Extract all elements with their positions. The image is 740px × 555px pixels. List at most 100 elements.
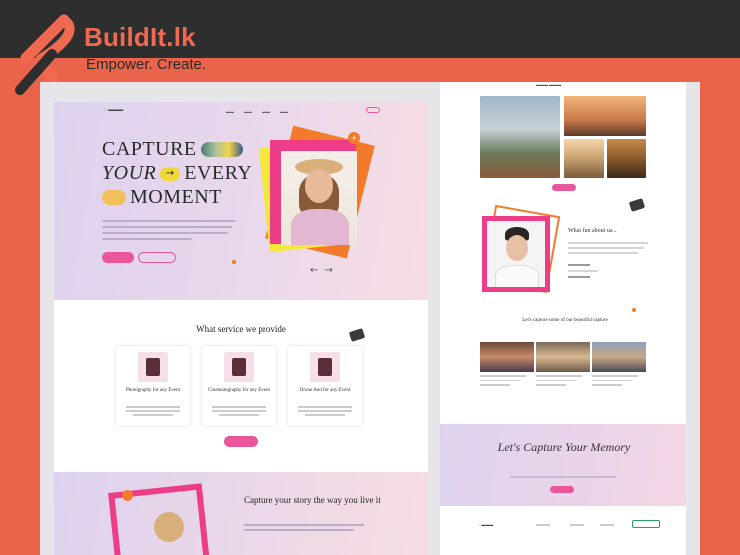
landscape-pill-image [200, 142, 243, 157]
text-line [126, 406, 180, 408]
gallery-photo-road[interactable] [607, 139, 646, 178]
services-button[interactable] [224, 436, 258, 447]
hero-word-moment: MOMENT [130, 186, 222, 208]
hero-primary-button[interactable] [102, 252, 134, 263]
orange-dot [232, 260, 236, 264]
plus-badge-icon [122, 490, 133, 501]
face [506, 235, 528, 261]
hero-word-your: YOUR [102, 162, 157, 184]
nav-links: ▬▬ ▬▬ ▬▬ ▬▬ [226, 109, 288, 114]
about-title: What fun about us... [568, 228, 617, 234]
text-line [480, 375, 526, 377]
website-mockup: ◌ ▬▬▬ ▬▬ ▬▬ ▬▬ ▬▬ CAPTURE YOUR → EVERY M… [40, 82, 700, 555]
text-line [536, 375, 582, 377]
hero-line-1: CAPTURE [102, 138, 243, 161]
blog-post-card[interactable] [536, 342, 590, 386]
drone-icon [310, 352, 340, 382]
text-line [126, 410, 180, 412]
text-line [536, 384, 566, 386]
brand-name: BuildIt.lk [84, 22, 196, 52]
left-page-preview: ◌ ▬▬▬ ▬▬ ▬▬ ▬▬ ▬▬ CAPTURE YOUR → EVERY M… [54, 102, 428, 555]
footer-subscribe-field[interactable] [632, 520, 660, 528]
text-line [298, 406, 352, 408]
plus-badge-icon: + [348, 132, 360, 144]
text-line [592, 375, 638, 377]
blog-post-card[interactable] [480, 342, 534, 386]
capture-title: Let's capture some of our beautiful capt… [522, 318, 608, 323]
cta-button[interactable] [550, 486, 574, 493]
about-portrait-photo [487, 221, 545, 287]
service-card-title: Cinematography for any Event [208, 388, 270, 393]
hero-secondary-button[interactable] [138, 252, 176, 263]
right-page-preview: ▬▬▬ ▬▬▬ What fun about us... Let's captu… [440, 82, 686, 555]
footer-link [600, 524, 614, 526]
body [495, 265, 539, 287]
gallery-photo-mountain[interactable] [480, 96, 560, 178]
hero-word-capture: CAPTURE [102, 138, 197, 160]
nav-link[interactable]: ▬▬ [262, 109, 270, 114]
cta-section: Let's Capture Your Memory [440, 424, 686, 506]
nav-contact-button[interactable] [366, 107, 380, 113]
text-line [480, 379, 520, 381]
text-line [219, 414, 259, 416]
nav-link[interactable]: ▬▬ [244, 109, 252, 114]
gallery-photo-couple[interactable] [564, 96, 646, 136]
story-title: Capture your story the way you live it [244, 495, 381, 505]
blog-post-image [536, 342, 590, 372]
film-reel-icon [628, 198, 646, 212]
text-line [244, 524, 364, 526]
hero-photo-frame: + [258, 125, 375, 259]
hero-line-3: MOMENT [102, 186, 222, 209]
about-photo-frame [480, 204, 561, 296]
hero-section: ◌ ▬▬▬ ▬▬ ▬▬ ▬▬ ▬▬ CAPTURE YOUR → EVERY M… [54, 102, 428, 300]
orange-dot [632, 308, 636, 312]
body [291, 209, 349, 245]
text-line [212, 406, 266, 408]
footer-logo[interactable]: ◌ ▬▬▬ [478, 522, 493, 527]
video-camera-icon [224, 352, 254, 382]
cta-title: Let's Capture Your Memory [497, 440, 631, 454]
hero-portrait-photo [281, 151, 357, 245]
camera-person-icon [138, 352, 168, 382]
service-card[interactable]: Photography for any Event [116, 346, 190, 426]
text-line [568, 242, 648, 244]
service-card[interactable]: Cinematography for any Event [202, 346, 276, 426]
brand-tagline: Empower. Create. [86, 56, 207, 73]
carousel-arrows-icon[interactable]: ←→ [310, 265, 339, 276]
nav-logo[interactable]: ◌ ▬▬▬ [104, 108, 123, 113]
footer-link [536, 524, 550, 526]
hero-word-every: EVERY [184, 162, 253, 184]
emoji-faces-icon [102, 190, 126, 205]
gallery-button[interactable] [552, 184, 576, 191]
blog-post-image [480, 342, 534, 372]
footer-link [570, 524, 584, 526]
text-line [592, 384, 622, 386]
face [305, 169, 333, 203]
text-line [298, 410, 352, 412]
blog-post-image [592, 342, 646, 372]
text-line [568, 247, 644, 249]
hero-description [102, 220, 236, 244]
text-line [305, 414, 345, 416]
stat-line [568, 276, 590, 278]
nav-link[interactable]: ▬▬ [226, 109, 234, 114]
arrow-right-icon: → [160, 166, 181, 181]
stat-line [568, 264, 590, 266]
text-line [568, 252, 638, 254]
text-line [244, 529, 354, 531]
service-card-title: Drone And for any Event [299, 388, 351, 393]
stat-line [568, 270, 598, 272]
service-card[interactable]: Drone And for any Event [288, 346, 362, 426]
text-line [510, 476, 616, 478]
gallery-photo-sunset[interactable] [564, 139, 604, 178]
text-line [592, 379, 632, 381]
service-card-title: Photography for any Event [125, 388, 181, 393]
blog-post-card[interactable] [592, 342, 646, 386]
text-line [212, 410, 266, 412]
services-title: What service we provide [196, 324, 286, 334]
story-photo [154, 512, 184, 542]
gallery-heading: ▬▬▬ ▬▬▬ [536, 82, 561, 87]
hero-line-2: YOUR → EVERY [102, 162, 252, 185]
nav-link[interactable]: ▬▬ [280, 109, 288, 114]
service-cards: Photography for any Event Cinematography… [116, 346, 366, 426]
